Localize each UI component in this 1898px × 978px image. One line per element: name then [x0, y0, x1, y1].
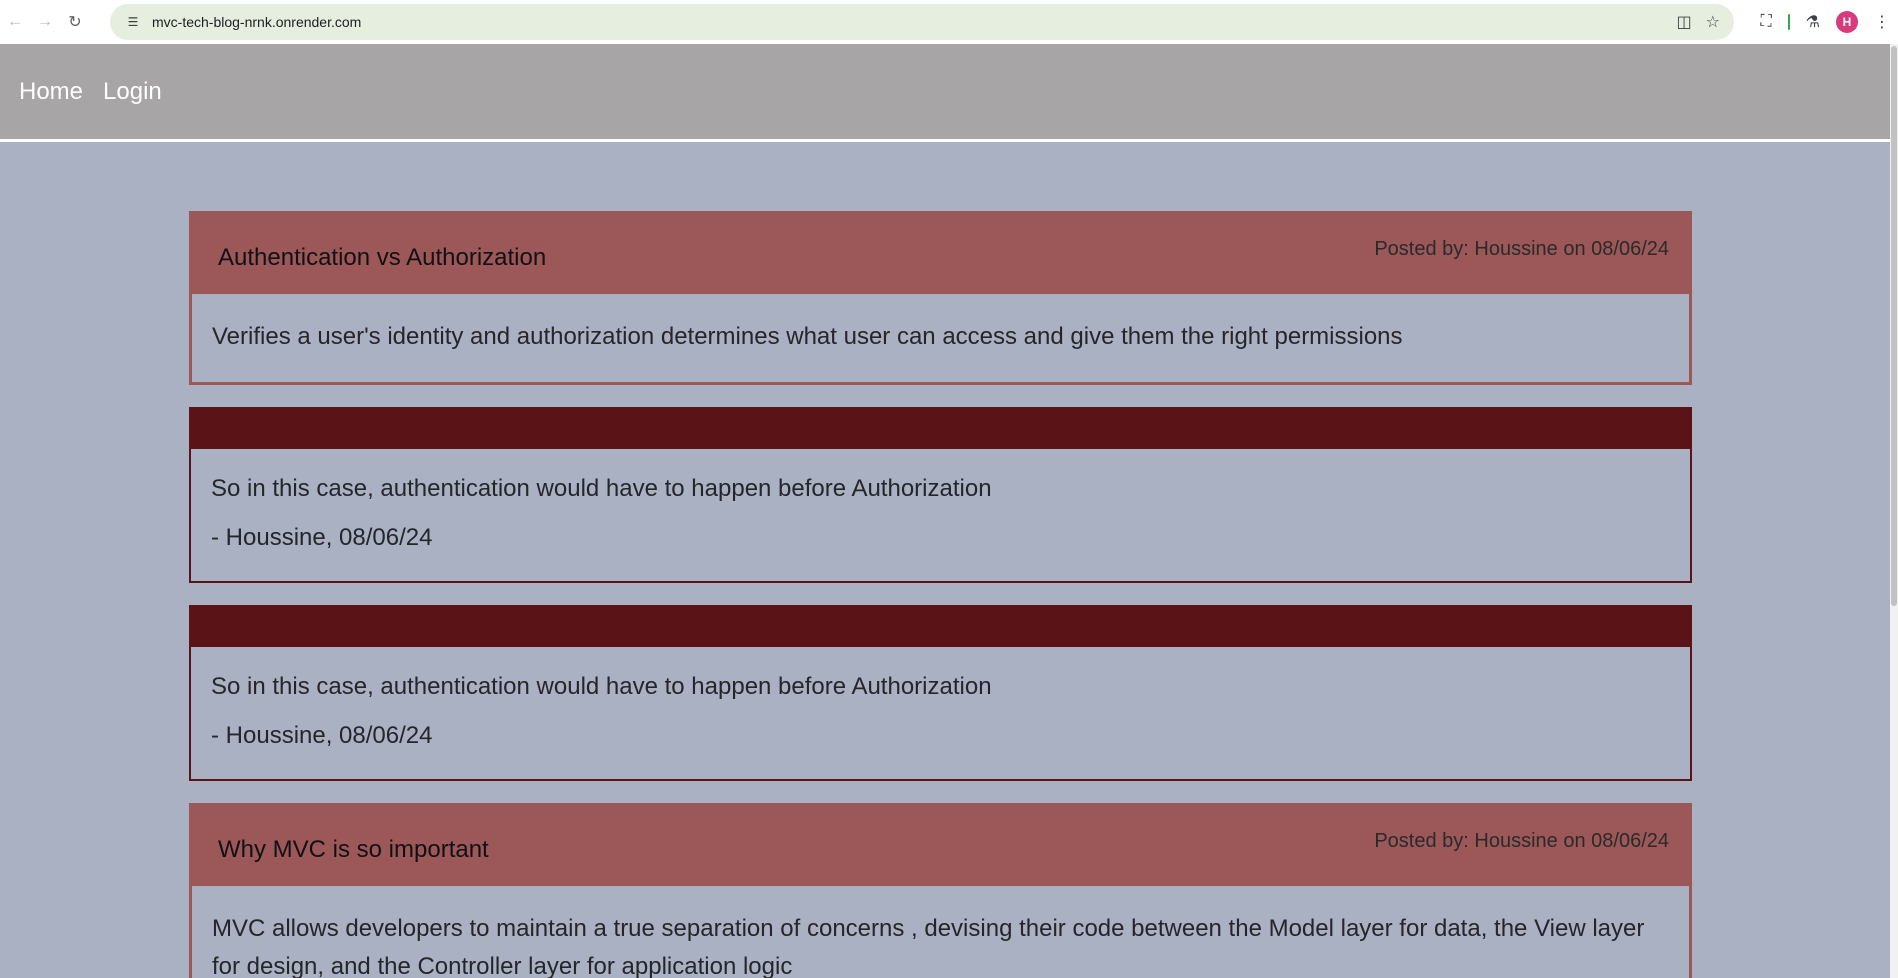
back-arrow-icon[interactable]: ←: [0, 7, 30, 37]
comment-text: So in this case, authentication would ha…: [211, 475, 992, 502]
comment-text: So in this case, authentication would ha…: [211, 673, 992, 700]
url-text[interactable]: mvc-tech-blog-nrnk.onrender.com: [152, 14, 361, 30]
page-viewport: Home Login Authentication vs Authorizati…: [0, 44, 1890, 978]
post-card[interactable]: Why MVC is so important Posted by: Houss…: [189, 803, 1692, 978]
post-title: Why MVC is so important: [218, 836, 489, 863]
post-title: Authentication vs Authorization: [218, 244, 547, 271]
browser-toolbar: ← → ↻ ☰ mvc-tech-blog-nrnk.onrender.com …: [0, 0, 1898, 44]
comment-card: So in this case, authentication would ha…: [189, 407, 1692, 583]
post-body: MVC allows developers to maintain a true…: [212, 915, 1645, 978]
site-navbar: Home Login: [0, 44, 1890, 142]
nav-link-home[interactable]: Home: [19, 78, 83, 106]
profile-avatar[interactable]: H: [1836, 11, 1858, 33]
comment-author: - Houssine, 08/06/24: [211, 524, 433, 551]
comment-header: [191, 409, 1690, 449]
menu-dots-icon[interactable]: ⋮: [1874, 12, 1890, 32]
post-body: Verifies a user's identity and authoriza…: [212, 323, 1403, 350]
scrollbar-thumb[interactable]: [1891, 46, 1897, 606]
extensions-icon[interactable]: ⛶: [1760, 13, 1771, 31]
vertical-scrollbar[interactable]: [1890, 44, 1898, 978]
post-meta: Posted by: Houssine on 08/06/24: [1374, 238, 1669, 260]
comment-card: So in this case, authentication would ha…: [189, 605, 1692, 781]
post-header: Authentication vs Authorization Posted b…: [192, 214, 1689, 294]
reload-icon[interactable]: ↻: [60, 7, 90, 37]
nav-link-login[interactable]: Login: [103, 78, 162, 106]
comment-body: So in this case, authentication would ha…: [191, 449, 1690, 581]
comment-header: [191, 607, 1690, 647]
post-card[interactable]: Authentication vs Authorization Posted b…: [189, 211, 1692, 385]
post-header: Why MVC is so important Posted by: Houss…: [192, 806, 1689, 886]
bookmark-star-icon[interactable]: ☆: [1706, 12, 1720, 32]
install-app-icon[interactable]: ◫: [1677, 12, 1692, 32]
comment-author: - Houssine, 08/06/24: [211, 722, 433, 749]
labs-flask-icon[interactable]: ⚗: [1806, 12, 1820, 32]
main-content: Authentication vs Authorization Posted b…: [0, 142, 1890, 978]
post-meta: Posted by: Houssine on 08/06/24: [1374, 830, 1669, 852]
comment-body: So in this case, authentication would ha…: [191, 647, 1690, 779]
site-info-icon[interactable]: ☰: [120, 15, 146, 29]
forward-arrow-icon[interactable]: →: [30, 7, 60, 37]
separator: [1787, 14, 1790, 30]
address-bar[interactable]: ☰ mvc-tech-blog-nrnk.onrender.com ◫ ☆: [110, 4, 1734, 40]
